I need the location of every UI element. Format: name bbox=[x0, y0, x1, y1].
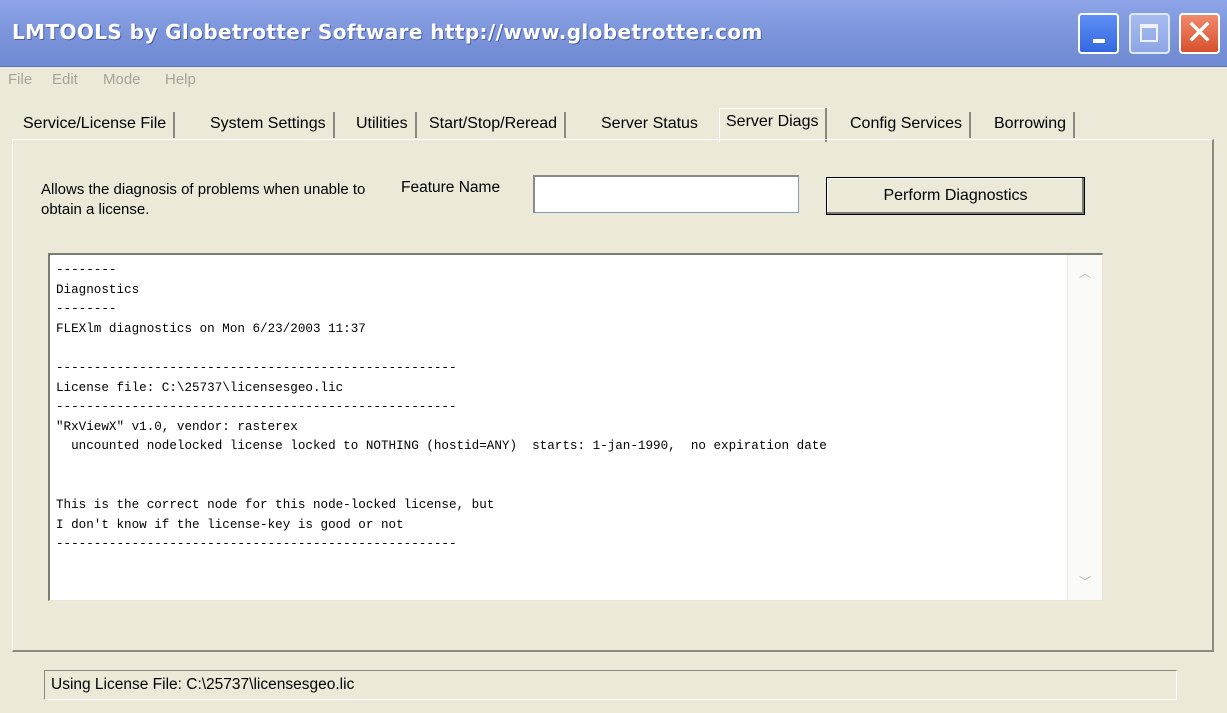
feature-name-input[interactable] bbox=[533, 175, 799, 213]
menu-edit[interactable]: Edit bbox=[52, 71, 78, 88]
window-title: LMTOOLS by Globetrotter Software http://… bbox=[12, 20, 763, 44]
tab-start-stop-reread[interactable]: Start/Stop/Reread bbox=[422, 112, 567, 138]
diagnostics-output[interactable]: -------- Diagnostics -------- FLEXlm dia… bbox=[48, 253, 1103, 601]
status-bar: Using License File: C:\25737\licensesgeo… bbox=[44, 670, 1177, 700]
vertical-scrollbar[interactable]: ︿ ﹀ bbox=[1067, 255, 1102, 600]
feature-name-label: Feature Name bbox=[401, 179, 501, 196]
tab-system-settings[interactable]: System Settings bbox=[203, 112, 335, 138]
maximize-button[interactable] bbox=[1129, 13, 1170, 54]
diagnostics-description: Allows the diagnosis of problems when un… bbox=[41, 181, 366, 218]
tab-service-license-file[interactable]: Service/License File bbox=[16, 112, 176, 138]
minimize-icon bbox=[1093, 39, 1105, 43]
tab-server-status[interactable]: Server Status bbox=[594, 112, 705, 138]
minimize-button[interactable] bbox=[1078, 13, 1119, 54]
tab-strip: Service/License File System Settings Uti… bbox=[0, 108, 1227, 142]
close-button[interactable]: ✕ bbox=[1179, 13, 1220, 54]
maximize-icon bbox=[1140, 24, 1158, 42]
menu-mode[interactable]: Mode bbox=[103, 71, 141, 88]
scroll-down-icon[interactable]: ﹀ bbox=[1071, 567, 1099, 597]
menu-help[interactable]: Help bbox=[165, 71, 196, 88]
perform-diagnostics-button[interactable]: Perform Diagnostics bbox=[826, 177, 1085, 215]
tab-utilities[interactable]: Utilities bbox=[349, 112, 417, 138]
diagnostics-output-text: -------- Diagnostics -------- FLEXlm dia… bbox=[56, 263, 827, 552]
tab-server-diags[interactable]: Server Diags bbox=[719, 108, 828, 142]
scroll-up-icon[interactable]: ︿ bbox=[1071, 258, 1099, 288]
close-icon: ✕ bbox=[1185, 13, 1214, 53]
menu-file[interactable]: File bbox=[8, 71, 32, 88]
title-bar[interactable]: LMTOOLS by Globetrotter Software http://… bbox=[0, 0, 1227, 67]
tab-borrowing[interactable]: Borrowing bbox=[987, 112, 1076, 138]
menu-bar: File Edit Mode Help bbox=[0, 66, 1227, 94]
tab-config-services[interactable]: Config Services bbox=[843, 112, 972, 138]
